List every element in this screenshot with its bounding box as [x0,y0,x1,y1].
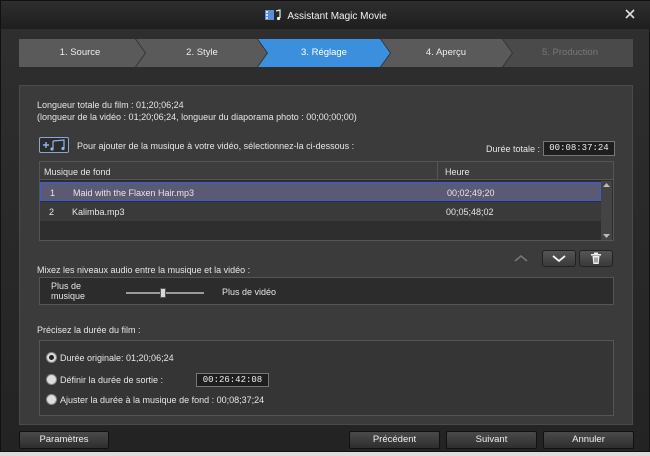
radio-fit-to-music[interactable] [46,394,57,405]
music-table: Musique de fond Heure 1 Maid with the Fl… [39,161,614,241]
audio-mix-slider-thumb[interactable] [160,288,166,298]
table-header: Musique de fond Heure [40,162,613,180]
step-style: 2. Style [186,47,218,58]
settings-button[interactable]: Paramètres [19,431,109,449]
wizard-steps: 1. Source 2. Style 3. Réglage 4. Aperçu … [19,39,633,67]
step-reglage: 3. Réglage [301,47,347,58]
length-detail-text: (longueur de la vidéo : 01;20;06;24, lon… [37,112,357,122]
chevron-down-icon [552,255,566,263]
delete-music-button[interactable] [579,250,613,267]
window-title: Assistant Magic Movie [287,11,387,22]
row-index: 2 [49,207,55,217]
row-music-name: Maid with the Flaxen Hair.mp3 [73,188,195,198]
more-music-label: Plus de musique [51,281,86,301]
more-video-label: Plus de vidéo [222,287,277,297]
audio-mix-title: Mixez les niveaux audio entre la musique… [37,265,251,275]
step-source: 1. Source [59,47,101,58]
row-time: 00;05;48;02 [446,207,494,217]
radio-original-duration[interactable] [46,352,57,363]
move-up-button[interactable] [504,250,538,267]
magic-movie-window: Assistant Magic Movie 1. Source 2. Style… [0,0,650,452]
film-music-icon [265,9,281,21]
next-button[interactable]: Suivant [446,431,537,449]
row-index: 1 [50,188,56,198]
column-header-music[interactable]: Musique de fond [44,167,111,177]
add-music-button[interactable] [39,137,69,153]
column-header-time[interactable]: Heure [445,167,470,177]
background-strip [0,452,650,456]
table-row[interactable]: 2 Kalimba.mp3 00;05;48;02 [40,202,601,221]
table-scrollbar[interactable] [601,181,612,240]
step-apercu: 4. Aperçu [425,47,467,58]
previous-button[interactable]: Précédent [349,431,440,449]
column-divider [437,162,438,180]
title-bar: Assistant Magic Movie [1,1,650,29]
set-output-duration-label[interactable]: Définir la durée de sortie : [60,375,163,385]
original-duration-label[interactable]: Durée originale: 01;20;06;24 [60,353,174,363]
total-duration-label: Durée totale : [486,144,541,154]
audio-mix-box: Plus de musique Plus de vidéo [39,277,614,305]
cancel-button[interactable]: Annuler [543,431,634,449]
radio-set-output-duration[interactable] [46,374,57,385]
duration-title: Précisez la durée du film : [37,325,141,335]
step-production: 5. Production [542,47,598,58]
trash-icon [591,252,601,264]
scrollbar-arrows [603,183,610,238]
total-duration-value: 00:08:37:24 [543,141,615,156]
row-time: 00;02;49;20 [447,188,495,198]
add-music-icon [43,139,65,151]
fit-to-music-label[interactable]: Ajuster la durée à la musique de fond : … [60,395,264,405]
window-title-area: Assistant Magic Movie [1,9,650,22]
settings-panel: Longueur totale du film : 01;20;06;24 (l… [19,85,633,425]
close-icon[interactable] [623,7,637,21]
move-down-button[interactable] [542,250,576,267]
row-music-name: Kalimba.mp3 [72,207,125,217]
chevron-up-icon [514,254,528,262]
add-music-instruction: Pour ajouter de la musique à votre vidéo… [77,141,355,151]
output-duration-input[interactable]: 00:26:42:08 [196,373,269,387]
table-row[interactable]: 1 Maid with the Flaxen Hair.mp3 00;02;49… [40,182,601,201]
total-length-text: Longueur totale du film : 01;20;06;24 [37,100,184,110]
